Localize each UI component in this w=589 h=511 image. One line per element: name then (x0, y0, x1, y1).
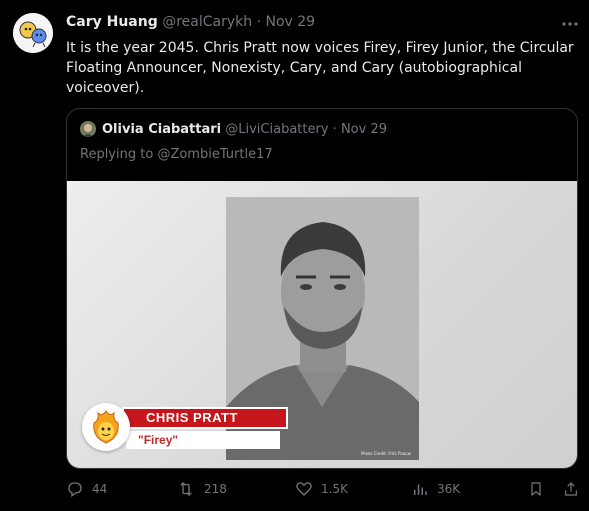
replying-to: Replying to @ZombieTurtle17 (80, 147, 273, 162)
retweet-button[interactable]: 218 (176, 480, 227, 498)
tweet-date[interactable]: Nov 29 (265, 14, 315, 30)
author-name[interactable]: Cary Huang (66, 14, 158, 30)
like-button[interactable]: 1.5K (295, 480, 348, 498)
share-button[interactable] (563, 480, 579, 498)
view-count: 36K (437, 482, 461, 496)
bfdi-characters-avatar-image (13, 13, 53, 53)
quoted-media-image[interactable]: Photo Credit: Fritz Paauw CHRIS PRATT "F… (67, 181, 577, 468)
role-card: "Firey" (126, 431, 280, 449)
quoted-author-handle[interactable]: @LiviCiabattery (225, 122, 328, 137)
name-card: CHRIS PRATT (122, 407, 288, 429)
views-icon (414, 484, 427, 495)
replying-prefix: Replying to (80, 147, 158, 162)
quoted-separator: · (332, 122, 337, 137)
bookmark-icon (531, 482, 541, 497)
lower-third-banner: CHRIS PRATT "Firey" (82, 403, 292, 453)
quoted-author-avatar[interactable] (80, 121, 96, 137)
author-avatar[interactable] (13, 13, 53, 53)
author-handle[interactable]: @realCarykh (162, 14, 252, 30)
quoted-author-name[interactable]: Olivia Ciabattari (102, 122, 221, 137)
tweet-text: It is the year 2045. Chris Pratt now voi… (66, 40, 574, 96)
quoted-header: Olivia Ciabattari @LiviCiabattery · Nov … (102, 122, 387, 137)
reply-icon (68, 482, 82, 498)
reply-button[interactable]: 44 (66, 480, 107, 498)
tweet-action-bar: 44 218 1.5K 36K (0, 480, 589, 504)
more-options-icon[interactable] (561, 15, 579, 36)
replying-handle[interactable]: @ZombieTurtle17 (157, 147, 272, 162)
quoted-tweet[interactable]: Olivia Ciabattari @LiviCiabattery · Nov … (66, 108, 578, 469)
retweet-count: 218 (204, 482, 227, 496)
views-button[interactable]: 36K (411, 480, 460, 498)
heart-icon (296, 482, 312, 496)
reply-count: 44 (92, 482, 108, 496)
like-count: 1.5K (321, 482, 348, 496)
header-separator: · (256, 14, 262, 30)
quoted-date[interactable]: Nov 29 (341, 122, 387, 137)
tweet-header: Cary Huang @realCarykh · Nov 29 (66, 14, 315, 30)
bookmark-button[interactable] (528, 480, 544, 498)
firey-character-icon (82, 403, 130, 451)
retweet-icon (180, 482, 192, 496)
photo-credit: Photo Credit: Fritz Paauw (361, 451, 411, 456)
share-icon (565, 482, 577, 496)
